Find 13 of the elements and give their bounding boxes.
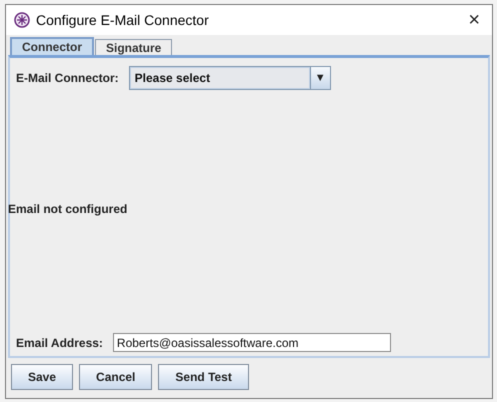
field-label: E-Mail Connector: [16, 71, 119, 85]
status-text: Email not configured [8, 202, 128, 216]
field-label: Email Address: [16, 336, 103, 350]
dialog-button[interactable]: Cancel [79, 364, 152, 390]
email-field[interactable]: Roberts@oasissalessoftware.com [112, 333, 391, 352]
close-button[interactable]: × [464, 8, 484, 32]
tab[interactable]: Signature [95, 39, 172, 55]
dialog-button[interactable]: Save [11, 364, 74, 390]
dropdown-arrow-button[interactable]: ▼ [310, 67, 330, 89]
connector-dropdown[interactable]: Please select ▼ [128, 66, 331, 90]
tab[interactable]: Connector [10, 37, 94, 55]
window-title: Configure E-Mail Connector [36, 12, 210, 28]
dialog-button[interactable]: Send Test [158, 364, 249, 390]
